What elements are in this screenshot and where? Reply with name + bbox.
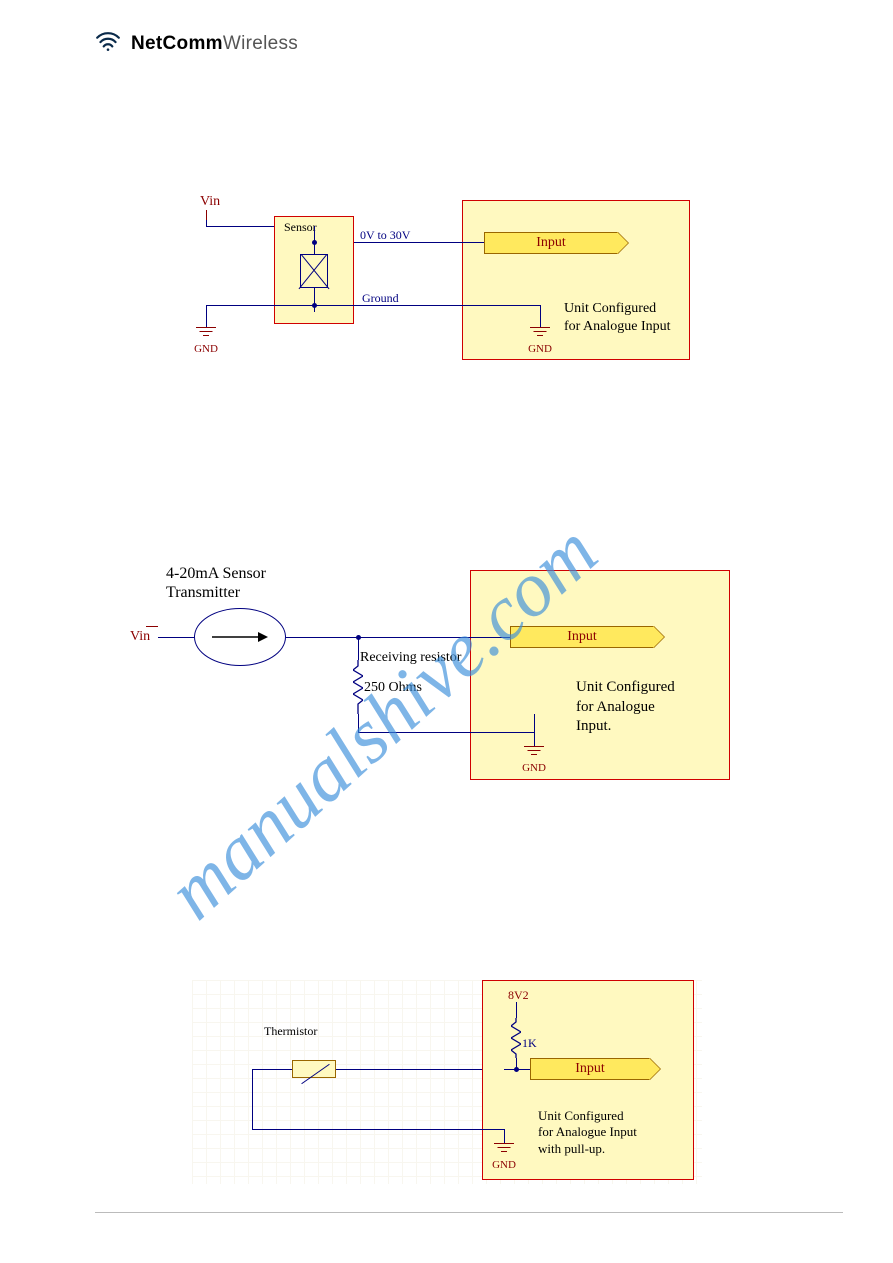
gnd-symbol-right: GND: [528, 327, 552, 355]
input-arrow: Input: [510, 626, 654, 648]
resistor-value: 250 Ohms: [364, 680, 422, 696]
vin-label: Vin: [130, 629, 150, 645]
sensor-symbol-icon: [300, 254, 328, 288]
input-arrow: Input: [484, 232, 618, 254]
thermistor-icon: [292, 1060, 336, 1078]
unit-config-text: Unit Configured for Analogue Input with …: [538, 1108, 637, 1157]
gnd-symbol: GND: [522, 746, 546, 774]
current-arrow-icon: [210, 630, 270, 649]
gnd-label: GND: [522, 762, 546, 774]
unit-config-text: Unit Configured for Analogue Input: [564, 300, 671, 335]
gnd-label: GND: [528, 343, 552, 355]
input-label: Input: [485, 233, 617, 253]
thermistor-label: Thermistor: [264, 1024, 317, 1039]
footer-divider: [95, 1212, 843, 1213]
resistor-icon: [511, 1018, 521, 1063]
sensor-transmitter-title: 4-20mA Sensor Transmitter: [166, 564, 266, 602]
vin-label: Vin: [200, 194, 220, 210]
pullup-voltage-label: 8V2: [508, 988, 529, 1003]
sensor-label: Sensor: [284, 220, 317, 235]
gnd-label: GND: [492, 1159, 516, 1171]
input-label: Input: [531, 1059, 649, 1079]
diagram-thermistor: Thermistor 8V2 1K Input Unit Configured …: [192, 980, 702, 1184]
logo-text: NetCommWireless: [131, 33, 298, 55]
logo-brand-bold: NetComm: [131, 33, 223, 54]
brand-logo: NetCommWireless: [95, 28, 298, 59]
pullup-resistor-value: 1K: [522, 1036, 537, 1051]
diagram-4-20ma-sensor: 4-20mA Sensor Transmitter Vin Receiving …: [136, 564, 736, 784]
wifi-icon: [95, 28, 121, 59]
input-arrow: Input: [530, 1058, 650, 1080]
unit-config-text: Unit Configured for Analogue Input.: [576, 678, 675, 737]
signal-range-label: 0V to 30V: [360, 228, 410, 243]
receiving-resistor-label: Receiving resistor: [360, 650, 461, 666]
input-label: Input: [511, 627, 653, 647]
resistor-icon: [353, 660, 363, 719]
diagram-analogue-sensor: Vin Sensor 0V to 30V Ground Input: [192, 192, 692, 372]
gnd-symbol: GND: [492, 1143, 516, 1171]
ground-wire-label: Ground: [362, 291, 399, 306]
gnd-label-left: GND: [194, 343, 218, 355]
logo-brand-light: Wireless: [223, 33, 298, 54]
vin-terminal: [206, 210, 207, 220]
gnd-symbol-left: GND: [194, 327, 218, 355]
unit-box: [470, 570, 730, 780]
unit-box: [462, 200, 690, 360]
